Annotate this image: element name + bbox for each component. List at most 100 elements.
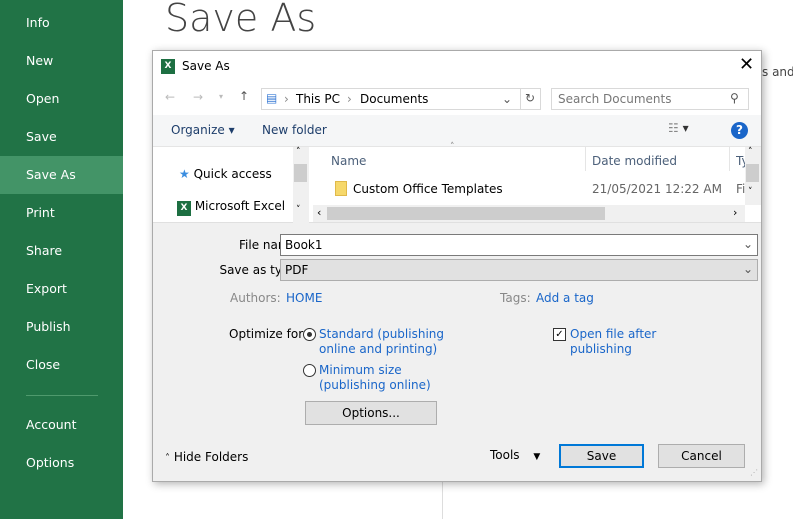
column-name[interactable]: Name <box>331 154 366 168</box>
hide-folders-label: Hide Folders <box>173 450 249 464</box>
dialog-title: Save As <box>182 59 230 73</box>
tags-label: Tags: <box>500 291 531 305</box>
scroll-down-icon[interactable]: ˅ <box>296 205 301 215</box>
organize-label: Organize <box>171 123 225 137</box>
divider <box>585 147 586 171</box>
optimize-label: Optimize for: <box>229 327 307 341</box>
checkbox-checked-icon: ✓ <box>553 328 566 341</box>
nav-print[interactable]: Print <box>0 194 123 232</box>
divider <box>442 482 443 519</box>
star-icon: ★ <box>179 167 190 181</box>
radio-unselected-icon <box>303 364 316 377</box>
address-bar[interactable]: ▤ › This PC › Documents ⌄ ↻ <box>261 88 541 110</box>
radio-minimum-label: Minimum size (publishing online) <box>319 363 431 392</box>
organize-button[interactable]: Organize ▾ <box>171 123 235 137</box>
file-date: 21/05/2021 12:22 AM <box>592 182 722 196</box>
nav-info[interactable]: Info <box>0 4 123 42</box>
scroll-down-icon[interactable]: ˅ <box>748 187 753 197</box>
file-name: Custom Office Templates <box>353 182 503 196</box>
scroll-left-icon[interactable]: ‹ <box>317 206 321 219</box>
up-icon[interactable]: ↑ <box>239 89 249 103</box>
microsoft-excel-label: Microsoft Excel <box>194 199 286 213</box>
divider <box>729 147 730 171</box>
column-date-modified[interactable]: Date modified <box>592 154 677 168</box>
save-as-type-value: PDF <box>285 263 309 277</box>
horizontal-scrollbar[interactable]: ‹ › <box>313 205 745 222</box>
sidebar-divider <box>26 395 98 396</box>
dialog-toolbar: Organize ▾ New folder ☷ ▾ ? <box>153 115 761 147</box>
search-placeholder: Search Documents <box>558 92 672 106</box>
hide-folders-button[interactable]: ˄ Hide Folders <box>165 450 248 464</box>
open-after-label: Open file after publishing <box>570 327 657 356</box>
resize-grip-icon[interactable]: ⋰ <box>750 468 758 477</box>
nav-account[interactable]: Account <box>0 406 123 444</box>
view-options-icon[interactable]: ☷ ▾ <box>668 121 689 135</box>
tags-input[interactable]: Add a tag <box>536 291 594 305</box>
folder-icon <box>335 181 347 196</box>
dialog-titlebar: X Save As ✕ <box>153 51 761 83</box>
save-as-dialog: X Save As ✕ ← → ▾ ↑ ▤ › This PC › Docume… <box>152 50 762 482</box>
chevron-down-icon[interactable]: ⌄ <box>743 237 753 251</box>
sort-icon: ˄ <box>450 142 455 152</box>
file-type: Fi <box>736 182 746 196</box>
authors-label: Authors: <box>230 291 281 305</box>
nav-pane-microsoft-excel[interactable]: X Microsoft Excel <box>177 199 285 216</box>
authors-value[interactable]: HOME <box>286 291 322 305</box>
quick-access-label: Quick access <box>193 167 272 181</box>
nav-options[interactable]: Options <box>0 444 123 482</box>
back-icon[interactable]: ← <box>165 90 175 104</box>
browser-panes: ★ Quick access X Microsoft Excel ˄ ˅ ˄ N… <box>153 142 761 223</box>
scroll-thumb[interactable] <box>294 164 307 182</box>
backstage-sidebar: Info New Open Save Save As Print Share E… <box>0 0 123 519</box>
nav-close[interactable]: Close <box>0 346 123 384</box>
breadcrumb-documents[interactable]: Documents <box>360 92 428 106</box>
chevron-down-icon[interactable]: ⌄ <box>743 262 753 276</box>
file-name-value: Book1 <box>285 238 323 252</box>
search-icon[interactable]: ⚲ <box>730 91 739 105</box>
nav-new[interactable]: New <box>0 42 123 80</box>
scroll-up-icon[interactable]: ˄ <box>748 147 753 157</box>
pc-icon: ▤ <box>266 91 278 105</box>
radio-selected-icon <box>303 328 316 341</box>
file-row[interactable]: Custom Office Templates 21/05/2021 12:22… <box>331 179 731 199</box>
chevron-down-icon[interactable]: ⌄ <box>502 92 512 106</box>
nav-save[interactable]: Save <box>0 118 123 156</box>
tools-label: Tools <box>490 448 520 462</box>
navigation-pane: ★ Quick access X Microsoft Excel ˄ ˅ <box>153 147 310 223</box>
scroll-thumb[interactable] <box>746 164 759 182</box>
new-folder-button[interactable]: New folder <box>262 123 327 137</box>
save-as-type-select[interactable]: PDF ⌄ <box>280 259 758 281</box>
breadcrumb-this-pc[interactable]: This PC <box>296 92 340 106</box>
file-list-scrollbar[interactable]: ˄ ˅ <box>745 147 761 205</box>
scroll-right-icon[interactable]: › <box>733 206 737 219</box>
nav-export[interactable]: Export <box>0 270 123 308</box>
breadcrumb-sep-icon: › <box>347 92 352 106</box>
scroll-thumb[interactable] <box>327 207 605 220</box>
refresh-icon[interactable]: ↻ <box>525 91 535 105</box>
scroll-up-icon[interactable]: ˄ <box>296 147 301 157</box>
page-title: Save As <box>165 0 317 40</box>
excel-icon: X <box>161 59 175 74</box>
save-button[interactable]: Save <box>559 444 644 468</box>
nav-share[interactable]: Share <box>0 232 123 270</box>
options-button[interactable]: Options... <box>305 401 437 425</box>
recent-chevron-icon[interactable]: ▾ <box>219 92 223 101</box>
excel-icon: X <box>177 201 191 216</box>
chevron-up-icon: ˄ <box>165 453 170 464</box>
file-list: ˄ Name Date modified Ty Custom Office Te… <box>313 142 761 223</box>
nav-publish[interactable]: Publish <box>0 308 123 346</box>
cancel-button[interactable]: Cancel <box>658 444 745 468</box>
nav-pane-scrollbar[interactable]: ˄ ˅ <box>293 147 309 223</box>
close-icon[interactable]: ✕ <box>739 54 754 75</box>
breadcrumb-sep-icon: › <box>284 92 289 106</box>
file-name-input[interactable]: Book1 ⌄ <box>280 234 758 256</box>
caret-down-icon: ▼ <box>533 452 541 462</box>
forward-icon[interactable]: → <box>193 90 203 104</box>
help-icon[interactable]: ? <box>731 122 748 139</box>
nav-open[interactable]: Open <box>0 80 123 118</box>
search-input[interactable]: Search Documents ⚲ <box>551 88 749 110</box>
nav-save-as[interactable]: Save As <box>0 156 123 194</box>
divider <box>520 89 521 109</box>
tools-button[interactable]: Tools ▼ <box>490 448 540 462</box>
nav-pane-quick-access[interactable]: ★ Quick access <box>179 167 272 181</box>
